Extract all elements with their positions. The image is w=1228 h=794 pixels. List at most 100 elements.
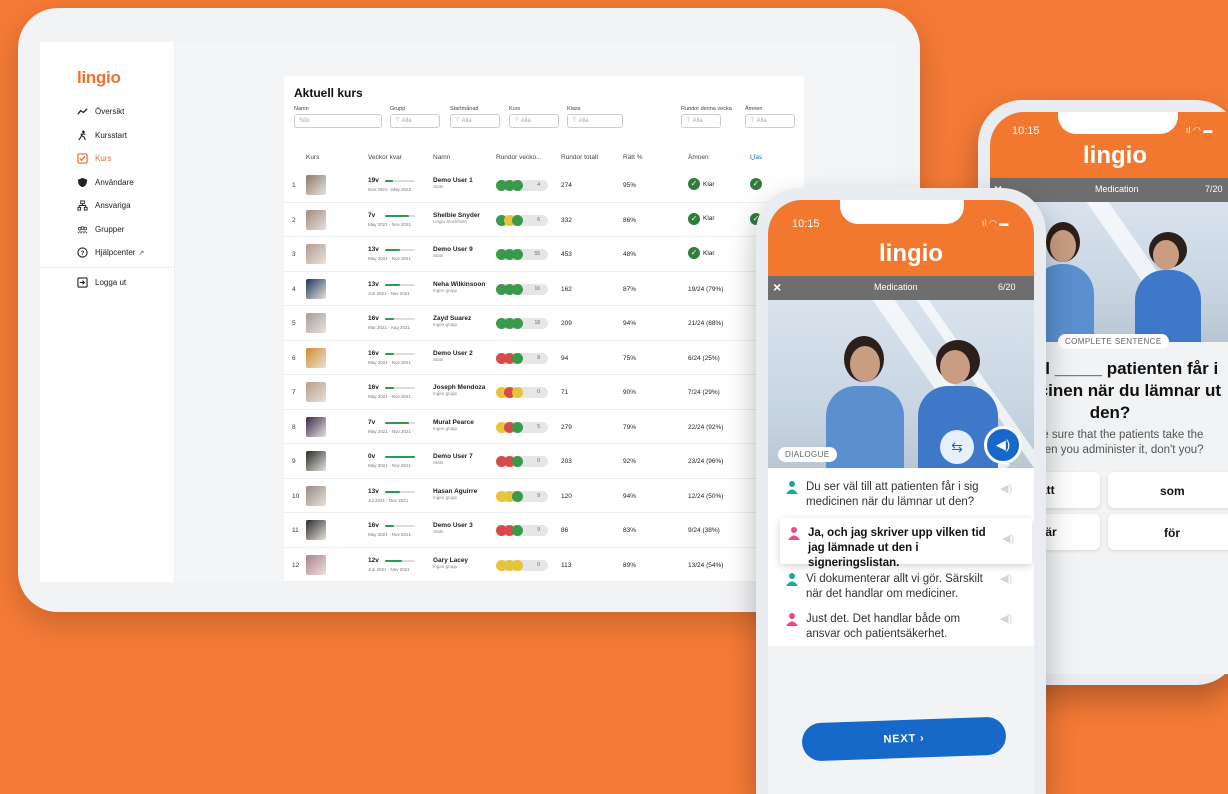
person-icon-teal: [786, 480, 798, 510]
next-button[interactable]: NEXT ›: [801, 716, 1007, 762]
round-dot: [512, 180, 523, 191]
course-thumbnail: [306, 209, 326, 230]
weeks-progress-fill: [385, 525, 394, 527]
date-range: Jul 2021 - Dec 2021: [368, 497, 409, 503]
answer-option[interactable]: som: [1108, 472, 1228, 508]
col-header[interactable]: Kurs: [306, 154, 319, 161]
sidebar-divider: [40, 266, 175, 268]
total-rounds: 332: [561, 216, 572, 224]
dialogue-line[interactable]: Vi dokumenterar allt vi gör. Särskilt nä…: [786, 572, 986, 602]
weekly-rounds-indicator: 8: [496, 352, 548, 364]
weeks-progress-bar: [385, 387, 415, 389]
col-header[interactable]: Rätt %: [623, 154, 643, 161]
col-header[interactable]: Ämnen: [688, 154, 709, 161]
table-row[interactable]: 4 13v Jun 2021 - Nov 2021 Neha Wilkinsoo…: [284, 272, 804, 306]
user-group: Lingio Stockholm: [433, 218, 468, 224]
filter-select[interactable]: ⊤ Alla: [390, 114, 440, 128]
table-row[interactable]: 10 13v Jul 2021 - Dec 2021 Hasan Aguirre…: [284, 479, 804, 513]
translate-icon[interactable]: ⇆: [940, 430, 974, 464]
table-row[interactable]: 6 16v May 2021 - Nov 2021 Demo User 2 Sta…: [284, 341, 804, 375]
sidebar-item-kurs[interactable]: Kurs: [76, 147, 176, 171]
filter-label: Grupp: [390, 106, 406, 112]
total-rounds: 203: [561, 458, 572, 465]
user-name[interactable]: Demo User 3: [433, 522, 473, 529]
speaker-icon[interactable]: ◀): [1002, 532, 1014, 545]
dialogue-line-highlighted[interactable]: Ja, och jag skriver upp vilken tid jag l…: [780, 518, 1032, 569]
col-header[interactable]: Veckor kvar: [368, 154, 402, 161]
sidebar-item-hjalpcenter[interactable]: ? Hjälpcenter ↗: [76, 241, 176, 265]
weeks-progress-bar: [385, 249, 415, 251]
app-logo: lingio: [879, 240, 943, 267]
lesson-bar: × Medication 6/20: [768, 276, 1034, 300]
user-name[interactable]: Demo User 7: [433, 453, 473, 460]
subjects-cell: 6/24 (25%): [688, 354, 720, 362]
table-row[interactable]: 9 0v May 2021 - Nov 2021 Demo User 7 Stat…: [284, 444, 804, 479]
user-name[interactable]: Zayd Suarez: [433, 315, 471, 322]
subjects-cell: 22/24 (92%): [688, 423, 724, 431]
close-icon[interactable]: ×: [773, 279, 781, 295]
user-name[interactable]: Hasan Aguirre: [433, 488, 477, 495]
svg-text:?: ?: [81, 250, 85, 257]
course-thumbnail: [306, 451, 326, 471]
user-name[interactable]: Demo User 9: [433, 246, 473, 253]
filter-select[interactable]: ⊤ Alla: [745, 114, 795, 128]
user-name[interactable]: Neha Wilkinsoon: [433, 281, 485, 288]
filter-kurs: Kurs ⊤ Alla: [509, 106, 559, 128]
filter-select[interactable]: ⊤ Alla: [509, 114, 559, 128]
filter-select[interactable]: ⊤ Alla: [567, 114, 623, 128]
user-name[interactable]: Demo User 2: [433, 350, 473, 357]
sidebar-item-logga-ut[interactable]: Logga ut: [76, 271, 176, 295]
table-row[interactable]: 1 19v Nov 2021 - May 2022 Demo User 1 Sta…: [284, 168, 804, 203]
user-name[interactable]: Murat Pearce: [433, 419, 474, 426]
page-title: Aktuell kurs: [294, 86, 363, 100]
table-row[interactable]: 11 16v May 2021 - Nov 2021 Demo User 3 St…: [284, 513, 804, 548]
sidebar-nav: Översikt Kursstart Kurs Användare Ansvar…: [40, 100, 176, 295]
table-row[interactable]: 12 12v Jun 2021 - Nov 2021 Gary Lacey Ing…: [284, 548, 804, 582]
speaker-icon[interactable]: ◀): [1000, 482, 1012, 495]
speaker-icon[interactable]: ◀): [1000, 612, 1012, 625]
search-input[interactable]: Sök: [294, 114, 382, 128]
weeks-progress-bar: [385, 456, 415, 458]
weeks-progress-fill: [385, 214, 409, 217]
filter-select[interactable]: ⊤ Alla: [681, 114, 721, 128]
table-row[interactable]: 7 16v May 2021 - Nov 2021 Joseph Mendoza…: [284, 375, 804, 410]
user-name[interactable]: Demo User 1: [433, 177, 473, 184]
table-row[interactable]: 3 13v May 2021 - Nov 2021 Demo User 9 Sta…: [284, 237, 804, 272]
weekly-rounds-count: 0: [537, 458, 540, 464]
dialogue-text: Ja, och jag skriver upp vilken tid jag l…: [808, 527, 986, 569]
table-row[interactable]: 8 7v May 2021 - Nov 2021 Murat Pearce Ing…: [284, 410, 804, 444]
speaker-icon[interactable]: ◀): [1000, 572, 1012, 585]
sidebar-item-grupper[interactable]: Grupper: [76, 218, 176, 242]
dialogue-text: Just det. Det handlar både om ansvar och…: [806, 613, 961, 640]
user-name-cell: Zayd Suarez Ingen grupp: [433, 315, 493, 328]
answer-option[interactable]: för: [1108, 514, 1228, 550]
subjects-status: Klar: [703, 215, 715, 222]
col-header[interactable]: Rundor totalt: [561, 154, 598, 161]
weeks-progress-bar: [385, 283, 415, 286]
row-index: 12: [292, 561, 300, 569]
lesson-topic: Medication: [1095, 184, 1139, 194]
col-header[interactable]: Rundor vecko...: [496, 154, 542, 161]
user-name[interactable]: Shelbie Snyder: [433, 212, 480, 219]
user-name[interactable]: Joseph Mendoza: [433, 384, 485, 391]
date-range: Mar 2021 - Aug 2021: [368, 325, 411, 330]
sidebar-item-kursstart[interactable]: Kursstart: [76, 124, 176, 148]
filter-select[interactable]: ⊤ Alla: [450, 114, 500, 128]
sidebar-item-ansvariga[interactable]: Ansvariga: [76, 194, 176, 218]
user-name-cell: Gary Lacey Ingen grupp: [433, 557, 493, 570]
nurse-face: [1153, 240, 1179, 270]
dialogue-line[interactable]: Just det. Det handlar både om ansvar och…: [786, 612, 986, 642]
col-header[interactable]: Namn: [433, 154, 450, 161]
weekly-rounds-count: 4: [537, 182, 540, 188]
dialogue-line[interactable]: Du ser väl till att patienten får i sig …: [786, 480, 986, 510]
table-row[interactable]: 5 16v Mar 2021 - Aug 2021 Zayd Suarez Ing…: [284, 306, 804, 341]
date-range: May 2021 - Nov 2021: [368, 428, 412, 434]
user-name[interactable]: Gary Lacey: [433, 557, 468, 564]
person-icon-pink: [788, 526, 800, 571]
table-row[interactable]: 2 7v May 2021 - Nov 2021 Shelbie Snyder L…: [284, 203, 804, 237]
speaker-icon[interactable]: ◀): [984, 426, 1022, 464]
sidebar-item-label: Användare: [95, 177, 134, 187]
sidebar-item-anvandare[interactable]: Användare: [76, 171, 176, 195]
sidebar-item-oversikt[interactable]: Översikt: [76, 100, 176, 124]
weeks-progress-fill: [385, 352, 394, 355]
